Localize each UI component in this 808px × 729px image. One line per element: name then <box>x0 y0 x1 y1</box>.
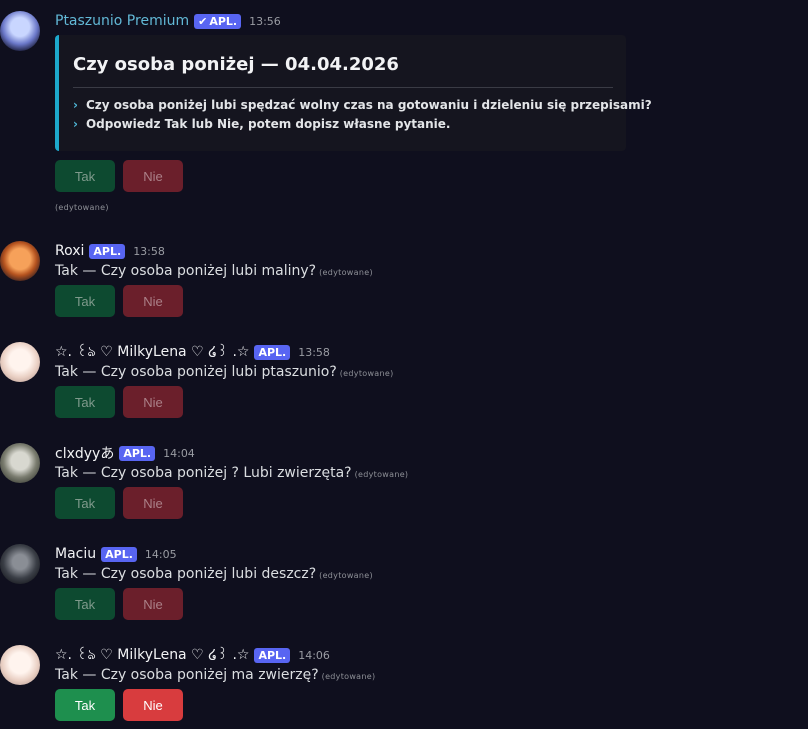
yes-button[interactable]: Tak <box>55 285 115 317</box>
role-badge: ✔ APL. <box>194 13 242 29</box>
message-header: Roxi APL. 13:58 <box>55 241 165 261</box>
avatar[interactable] <box>0 645 40 685</box>
chevron-right-icon: › <box>73 98 78 112</box>
yes-button[interactable]: Tak <box>55 386 115 418</box>
embed-line: › Czy osoba poniżej lubi spędzać wolny cz… <box>73 98 652 112</box>
no-button[interactable]: Nie <box>123 160 183 192</box>
avatar[interactable] <box>0 443 40 483</box>
message-text: Tak — Czy osoba poniżej lubi maliny? (edy… <box>55 263 373 279</box>
username[interactable]: clxdyyあ <box>55 443 114 463</box>
edited-label: (edytowane) <box>321 672 376 681</box>
yes-button[interactable]: Tak <box>55 588 115 620</box>
username[interactable]: Roxi <box>55 243 84 259</box>
role-badge: APL. <box>89 243 126 259</box>
timestamp: 13:56 <box>249 14 281 28</box>
message-header: ☆. ꒰ঌ ♡ MilkyLena ♡ ໒꒱ .☆ APL. 13:58 <box>55 342 330 362</box>
avatar[interactable] <box>0 11 40 51</box>
edited-label: (edytowane) <box>319 571 373 580</box>
yes-button[interactable]: Tak <box>55 487 115 519</box>
timestamp: 13:58 <box>298 345 330 359</box>
message-text: Tak — Czy osoba poniżej lubi deszcz? (edy… <box>55 566 373 582</box>
divider <box>73 87 613 88</box>
timestamp: 14:06 <box>298 648 330 662</box>
yes-button[interactable]: Tak <box>55 160 115 192</box>
no-button[interactable]: Nie <box>123 285 183 317</box>
edited-label: (edytowane) <box>339 369 394 378</box>
edited-label: (edytowane) <box>55 203 109 212</box>
edited-label: (edytowane) <box>354 470 409 479</box>
chevron-right-icon: › <box>73 117 78 131</box>
check-icon: ✔ <box>198 14 208 28</box>
no-button[interactable]: Nie <box>123 588 183 620</box>
message-header: clxdyyあ APL. 14:04 <box>55 443 195 463</box>
avatar[interactable] <box>0 342 40 382</box>
role-badge: APL. <box>254 344 291 360</box>
role-badge: APL. <box>119 445 156 461</box>
message-text: Tak — Czy osoba poniżej ? Lubi zwierzęta… <box>55 465 409 481</box>
message-text: Tak — Czy osoba poniżej ma zwierzę? (edyt… <box>55 667 376 683</box>
no-button[interactable]: Nie <box>123 386 183 418</box>
message-header: Maciu APL. 14:05 <box>55 544 177 564</box>
avatar[interactable] <box>0 241 40 281</box>
avatar[interactable] <box>0 544 40 584</box>
message-text: Tak — Czy osoba poniżej lubi ptaszunio?(… <box>55 364 394 380</box>
no-button[interactable]: Nie <box>123 689 183 721</box>
message-header: ☆. ꒰ঌ ♡ MilkyLena ♡ ໒꒱ .☆ APL. 14:06 <box>55 645 330 665</box>
role-badge: APL. <box>254 647 291 663</box>
yes-button[interactable]: Tak <box>55 689 115 721</box>
edited-label: (edytowane) <box>319 268 373 277</box>
timestamp: 13:58 <box>133 244 165 258</box>
username[interactable]: Maciu <box>55 546 96 562</box>
no-button[interactable]: Nie <box>123 487 183 519</box>
embed-line: › Odpowiedz Tak lub Nie, potem dopisz wła… <box>73 117 451 131</box>
timestamp: 14:04 <box>163 446 195 460</box>
embed: Czy osoba poniżej — 04.04.2026 › Czy osob… <box>55 35 652 151</box>
embed-title: Czy osoba poniżej — 04.04.2026 <box>73 54 399 75</box>
timestamp: 14:05 <box>144 547 177 561</box>
username[interactable]: ☆. ꒰ঌ ♡ MilkyLena ♡ ໒꒱ .☆ <box>55 340 249 364</box>
message-header: Ptaszunio Premium ✔ APL. 13:56 <box>55 11 281 31</box>
username[interactable]: Ptaszunio Premium <box>55 13 189 29</box>
role-badge: APL. <box>101 546 137 562</box>
username[interactable]: ☆. ꒰ঌ ♡ MilkyLena ♡ ໒꒱ .☆ <box>55 643 249 667</box>
